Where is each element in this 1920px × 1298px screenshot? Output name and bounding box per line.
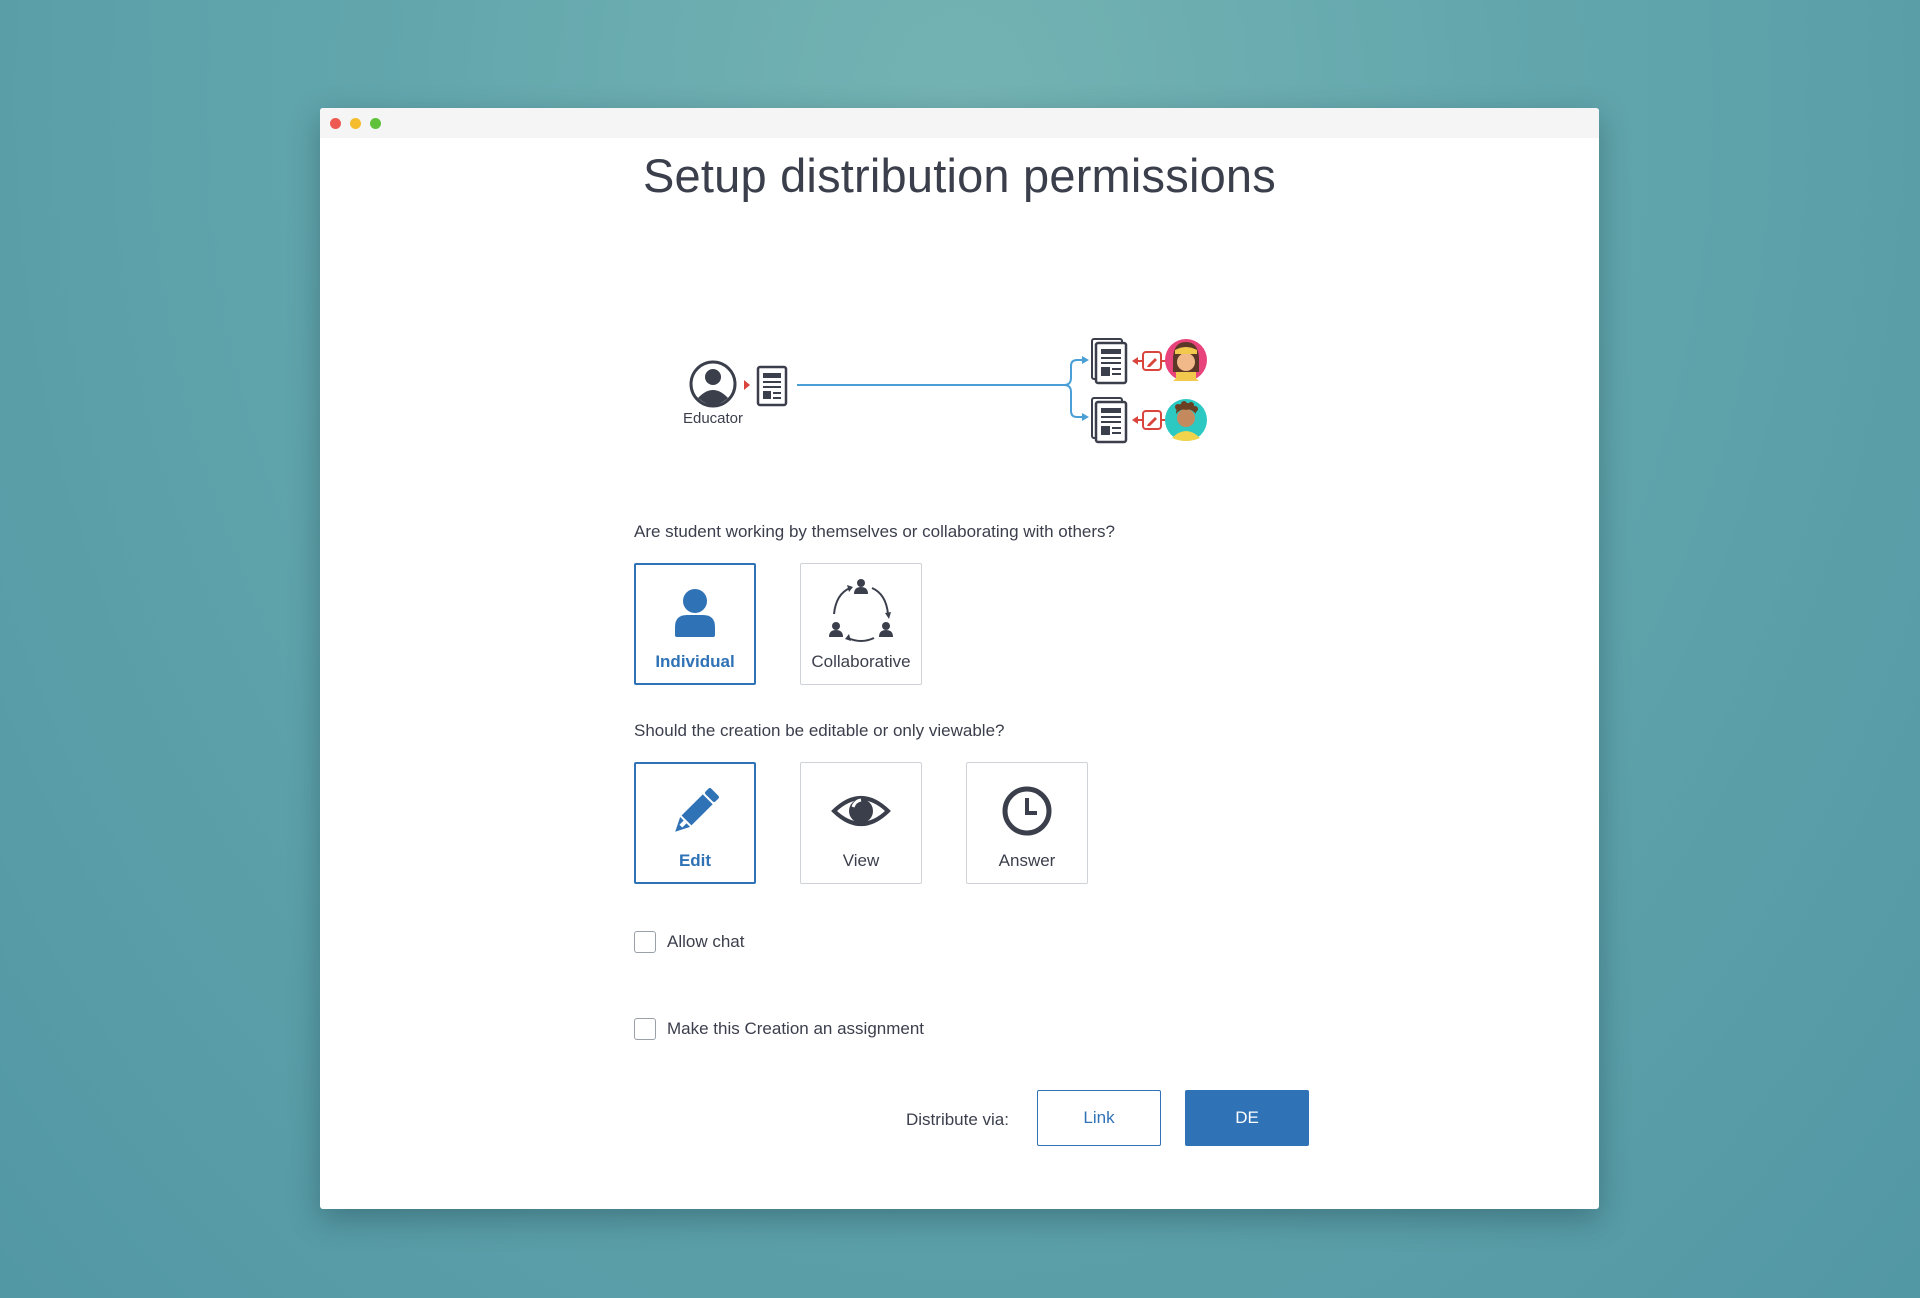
- pencil-icon: [636, 786, 754, 838]
- work-mode-question: Are student working by themselves or col…: [634, 522, 1115, 541]
- individual-label: Individual: [655, 652, 735, 671]
- minimize-window-button[interactable]: [350, 118, 361, 129]
- de-button[interactable]: DE: [1185, 1090, 1309, 1146]
- allow-chat-row[interactable]: Allow chat: [634, 931, 744, 953]
- assignment-checkbox[interactable]: [634, 1018, 656, 1040]
- educator-label: Educator: [683, 410, 743, 427]
- collaborative-cycle-icon: [801, 574, 921, 644]
- collaborative-label: Collaborative: [811, 652, 911, 671]
- maximize-window-button[interactable]: [370, 118, 381, 129]
- blue-arrow-icon: [1082, 413, 1089, 421]
- blue-arrow-icon: [1082, 356, 1089, 364]
- edit-permission-icon: [1132, 410, 1168, 430]
- educator-avatar-icon: [689, 360, 737, 408]
- edit-permission-icon: [1132, 351, 1168, 371]
- permission-question: Should the creation be editable or only …: [634, 721, 1005, 740]
- answer-label: Answer: [998, 851, 1056, 870]
- app-window: Setup distribution permissions Educator: [320, 108, 1599, 1209]
- person-icon: [636, 587, 754, 639]
- view-option[interactable]: View: [800, 762, 922, 884]
- document-copy-icon: [1091, 397, 1128, 444]
- clock-icon: [967, 785, 1087, 837]
- distribute-label: Distribute via:: [906, 1110, 1009, 1129]
- document-copy-icon: [1091, 338, 1128, 385]
- red-arrow-icon: [744, 380, 750, 390]
- page-title: Setup distribution permissions: [643, 149, 1276, 202]
- allow-chat-checkbox[interactable]: [634, 931, 656, 953]
- close-window-button[interactable]: [330, 118, 341, 129]
- link-button[interactable]: Link: [1037, 1090, 1161, 1146]
- document-icon: [756, 365, 788, 407]
- distribution-line: [797, 359, 1084, 418]
- assignment-label: Make this Creation an assignment: [667, 1019, 925, 1038]
- title-bar: [320, 108, 1599, 138]
- allow-chat-label: Allow chat: [667, 932, 745, 951]
- student-avatar-icon: [1165, 339, 1207, 381]
- individual-option[interactable]: Individual: [634, 563, 756, 685]
- view-label: View: [842, 851, 880, 870]
- edit-option[interactable]: Edit: [634, 762, 756, 884]
- eye-icon: [801, 785, 921, 837]
- assignment-row[interactable]: Make this Creation an assignment: [634, 1018, 924, 1040]
- answer-option[interactable]: Answer: [966, 762, 1088, 884]
- distribution-diagram: Educator: [683, 338, 1207, 444]
- collaborative-option[interactable]: Collaborative: [800, 563, 922, 685]
- edit-label: Edit: [678, 851, 712, 870]
- student-avatar-icon: [1165, 399, 1207, 441]
